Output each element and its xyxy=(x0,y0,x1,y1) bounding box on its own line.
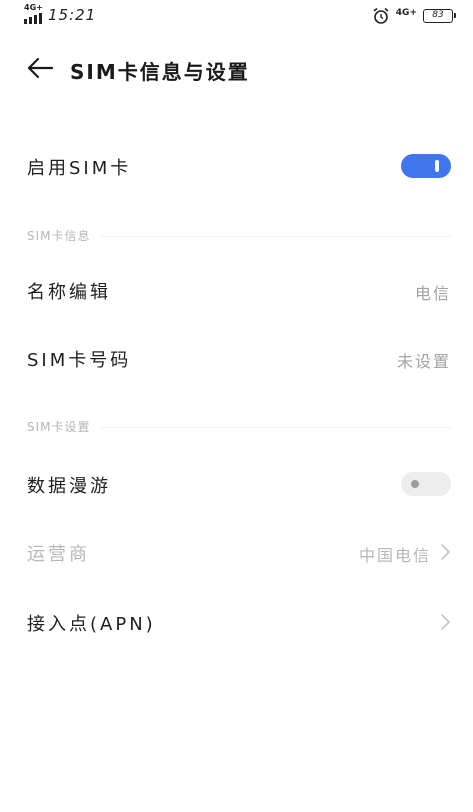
chevron-right-icon xyxy=(441,614,450,630)
sim-number-label: SIM卡号码 xyxy=(27,350,132,371)
carrier-label: 运营商 xyxy=(27,544,90,565)
toggle-knob xyxy=(435,160,439,172)
data-roaming-row[interactable]: 数据漫游 xyxy=(0,456,473,512)
signal-icon: 4G+ xyxy=(24,3,43,24)
sim-number-row[interactable]: SIM卡号码 未设置 xyxy=(0,330,473,388)
data-roaming-toggle[interactable] xyxy=(401,472,451,496)
status-right: 4G+ 83 xyxy=(372,7,456,25)
toggle-knob xyxy=(411,480,419,488)
battery-icon: 83 xyxy=(423,9,456,23)
chevron-right-icon xyxy=(441,544,450,560)
battery-level: 83 xyxy=(432,10,444,20)
page-title: SIM卡信息与设置 xyxy=(70,60,250,84)
status-bar: 4G+ 15:21 4G+ 83 xyxy=(0,0,473,34)
sim-number-value: 未设置 xyxy=(396,352,451,371)
enable-sim-toggle[interactable] xyxy=(401,154,451,178)
sim-settings-screen: 4G+ 15:21 4G+ 83 SIM卡信息与设置 启用SIM卡 SIM卡信息… xyxy=(0,0,473,812)
network-type-right: 4G+ xyxy=(395,8,417,18)
name-edit-row[interactable]: 名称编辑 电信 xyxy=(0,262,473,320)
status-time: 15:21 xyxy=(48,6,97,24)
alarm-icon xyxy=(373,7,389,24)
status-left: 4G+ 15:21 xyxy=(24,3,97,24)
section-divider xyxy=(100,427,451,428)
name-edit-value: 电信 xyxy=(414,284,451,303)
data-roaming-label: 数据漫游 xyxy=(27,476,111,497)
apn-label: 接入点(APN) xyxy=(27,614,156,635)
section-header-sim-info: SIM卡信息 xyxy=(27,229,91,243)
app-header: SIM卡信息与设置 xyxy=(0,46,473,92)
name-edit-label: 名称编辑 xyxy=(27,282,111,303)
enable-sim-label: 启用SIM卡 xyxy=(27,158,132,179)
section-header-sim-settings: SIM卡设置 xyxy=(27,420,91,434)
signal-bars xyxy=(24,13,42,24)
enable-sim-row[interactable]: 启用SIM卡 xyxy=(0,140,473,194)
carrier-value: 中国电信 xyxy=(358,546,431,565)
network-type-left: 4G+ xyxy=(24,3,43,12)
carrier-row: 运营商 中国电信 xyxy=(0,524,473,580)
apn-row[interactable]: 接入点(APN) xyxy=(0,594,473,650)
section-divider xyxy=(100,236,451,237)
back-arrow-icon[interactable] xyxy=(26,56,54,80)
